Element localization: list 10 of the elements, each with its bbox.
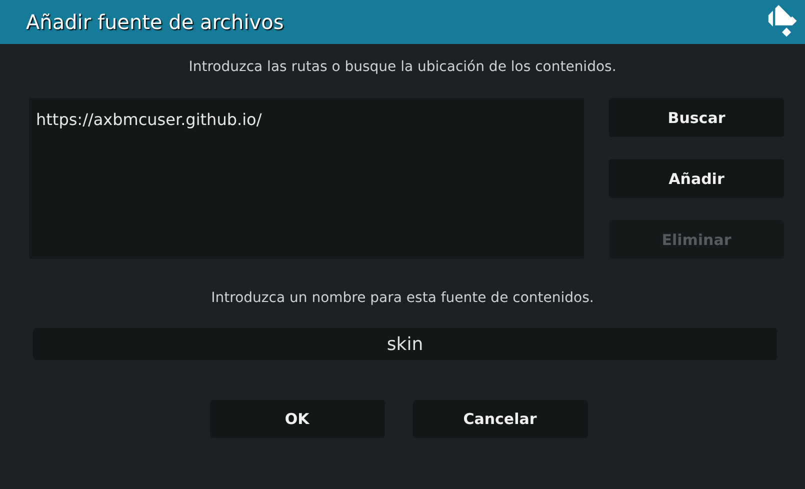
dialog-button[interactable]: Cancelar: [412, 400, 588, 438]
dialog-button[interactable]: Buscar: [609, 98, 784, 137]
name-field[interactable]: skin: [33, 328, 777, 360]
path-list[interactable]: https://axbmcuser.github.io/: [29, 98, 584, 259]
dialog-button[interactable]: OK: [210, 400, 384, 438]
dialog-button[interactable]: Añadir: [609, 159, 784, 198]
instruction-text: Introduzca las rutas o busque la ubicación de los contenidos.: [188, 59, 618, 77]
instruction-text: Introduzca un nombre para esta fuente de contenidos.: [210, 290, 595, 308]
path-item[interactable]: https://axbmcuser.github.io/: [36, 110, 577, 129]
window-title: Añadir fuente de archivos: [26, 10, 284, 34]
